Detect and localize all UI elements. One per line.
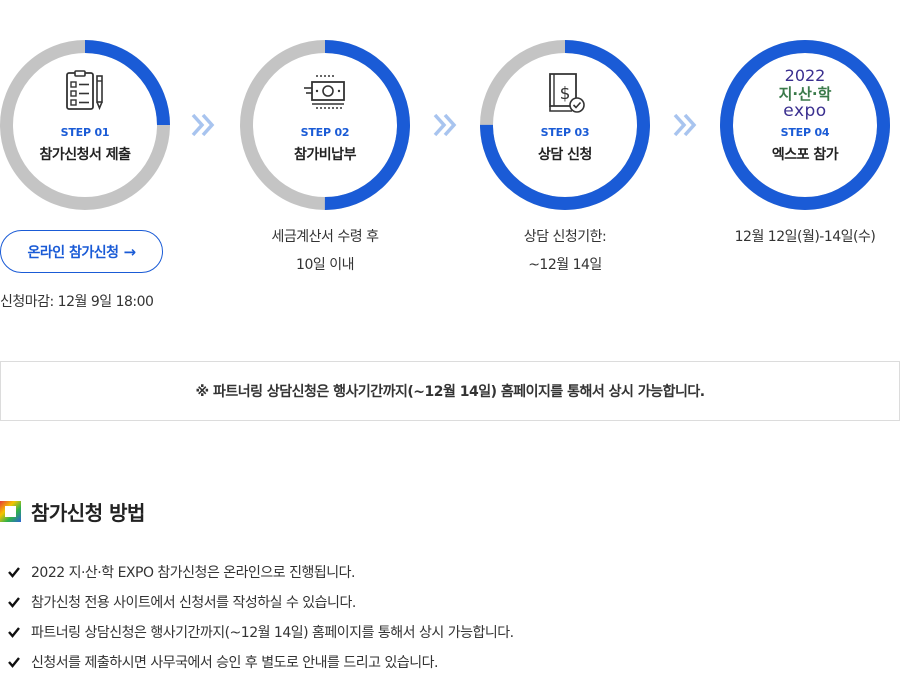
deadline-text: 신청마감: 12월 9일 18:00	[0, 294, 154, 310]
step-title: 참가신청서 제출	[39, 147, 131, 163]
notice-box: ※ 파트너링 상담신청은 행사기간까지(~12월 14일) 홈페이지를 통해서 …	[0, 361, 900, 421]
logo-year: 2022	[785, 66, 826, 85]
checklist-icon	[66, 70, 103, 111]
double-chevron-right-icon	[433, 113, 457, 137]
step-title: 엑스포 참가	[771, 147, 839, 163]
check-icon	[8, 567, 20, 578]
gradient-square-icon	[0, 500, 21, 522]
list-item: 신청서를 제출하시면 사무국에서 승인 후 별도로 안내를 드리고 있습니다.	[0, 647, 514, 677]
check-icon	[8, 627, 20, 638]
list-item: 2022 지·산·학 EXPO 참가신청은 온라인으로 진행됩니다.	[0, 557, 514, 587]
step-title: 참가비납부	[294, 147, 356, 163]
section-title-text: 참가신청 방법	[31, 500, 145, 525]
info-list: 2022 지·산·학 EXPO 참가신청은 온라인으로 진행됩니다. 참가신청 …	[0, 557, 514, 677]
step-3-description: 상담 신청기한: ~12월 14일	[523, 229, 607, 273]
logo-expo: expo	[783, 101, 826, 120]
step-4-description: 12월 12일(월)-14일(수)	[734, 229, 876, 245]
step-2-description: 세금계산서 수령 후 10일 이내	[271, 229, 379, 273]
svg-text:$: $	[560, 84, 571, 104]
check-icon	[8, 597, 20, 608]
double-chevron-right-icon	[673, 113, 697, 137]
double-chevron-right-icon	[191, 113, 215, 137]
expo-logo: 2022 지·산·학 expo	[779, 66, 832, 120]
list-item: 파트너링 상담신청은 행사기간까지(~12월 14일) 홈페이지를 통해서 상시…	[0, 617, 514, 647]
money-icon	[304, 75, 345, 109]
step-number: STEP 03	[540, 126, 590, 139]
step-title: 상담 신청	[538, 147, 592, 163]
step-number: STEP 02	[300, 126, 350, 139]
check-icon	[8, 657, 20, 668]
online-apply-button[interactable]: 온라인 참가신청 →	[0, 230, 163, 273]
notice-text: ※ 파트너링 상담신청은 행사기간까지(~12월 14일) 홈페이지를 통해서 …	[195, 384, 705, 400]
arrow-right-icon: →	[123, 242, 136, 261]
dollar-book-check-icon: $	[549, 73, 585, 113]
step-number: STEP 04	[780, 126, 830, 139]
step-number: STEP 01	[60, 126, 110, 139]
section-title: 참가신청 방법	[0, 497, 145, 525]
apply-button-label: 온라인 참가신청	[27, 244, 119, 261]
list-item: 참가신청 전용 사이트에서 신청서를 작성하실 수 있습니다.	[0, 587, 514, 617]
